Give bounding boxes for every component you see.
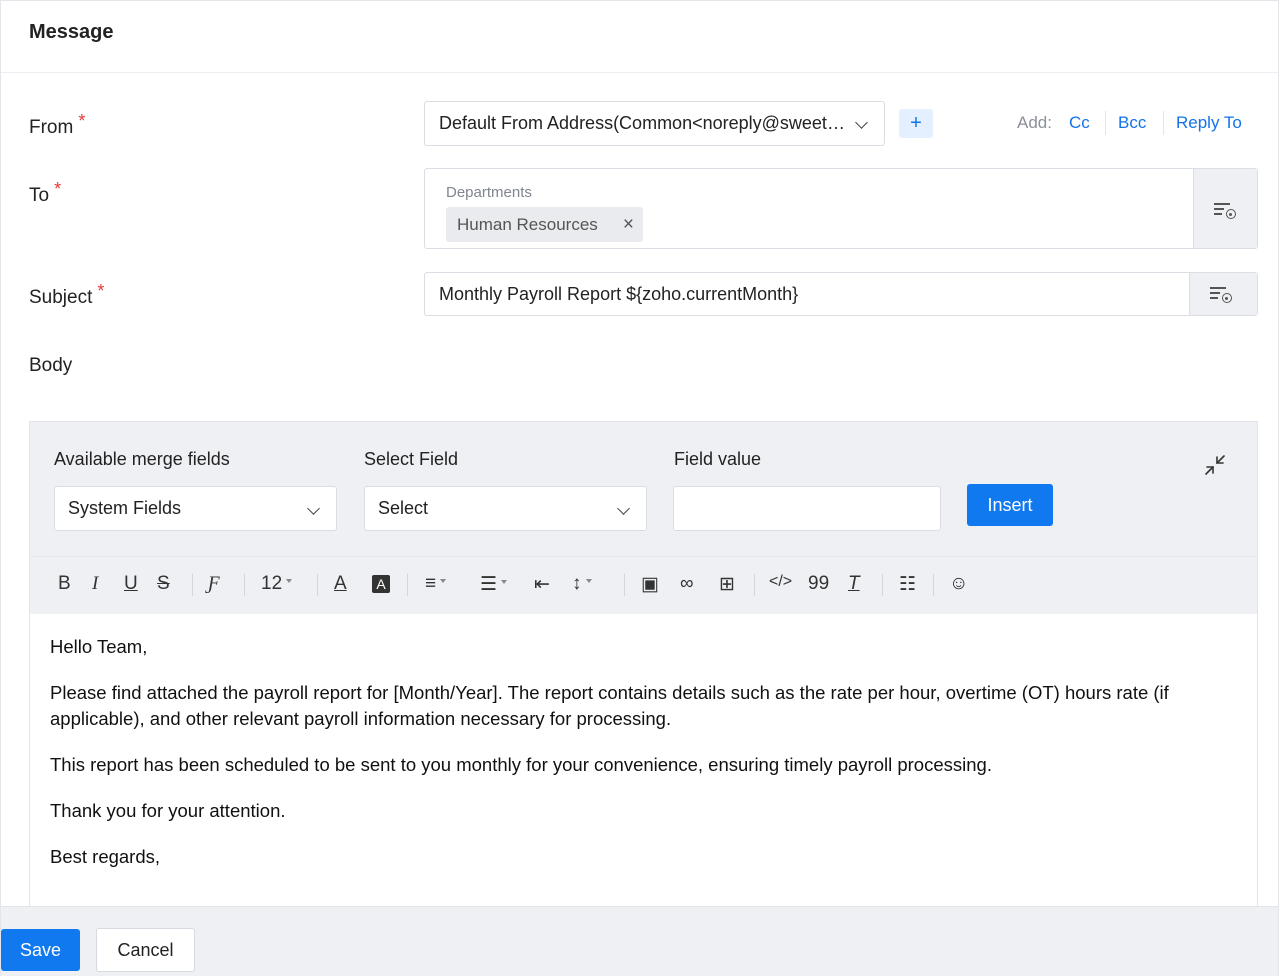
- font-size-select[interactable]: 12: [261, 573, 293, 595]
- list-icon[interactable]: ☰: [480, 573, 508, 596]
- add-from-button[interactable]: +: [899, 109, 933, 138]
- clear-format-icon[interactable]: T: [848, 573, 860, 595]
- insert-field-button[interactable]: [1193, 169, 1257, 248]
- chevron-down-icon: [307, 502, 320, 515]
- line-height-icon[interactable]: ↕: [572, 573, 592, 595]
- list-add-icon: [1210, 285, 1232, 303]
- title-bar: Message: [1, 1, 1278, 73]
- emoji-icon[interactable]: ☺: [949, 573, 968, 595]
- collapse-icon[interactable]: [1202, 452, 1228, 478]
- bold-icon[interactable]: B: [58, 573, 71, 595]
- save-button[interactable]: Save: [1, 929, 80, 971]
- bcc-link[interactable]: Bcc: [1118, 113, 1146, 133]
- merge-fields-select[interactable]: System Fields: [54, 486, 337, 531]
- list-add-icon: [1214, 201, 1236, 219]
- cancel-button[interactable]: Cancel: [96, 928, 195, 972]
- available-merge-fields-label: Available merge fields: [54, 449, 230, 469]
- font-family-icon[interactable]: Ƒ: [208, 573, 220, 595]
- subject-value: Monthly Payroll Report ${zoho.currentMon…: [439, 284, 799, 304]
- reply-to-link[interactable]: Reply To: [1176, 113, 1242, 133]
- body-paragraph: Best regards,: [50, 846, 161, 867]
- subject-input[interactable]: Monthly Payroll Report ${zoho.currentMon…: [424, 272, 1258, 316]
- select-field-dropdown[interactable]: Select: [364, 486, 647, 531]
- body-paragraph: Hello Team,: [50, 636, 148, 657]
- add-label: Add:: [1017, 113, 1052, 132]
- body-paragraph: Please find attached the payroll report …: [50, 682, 1169, 729]
- required-mark: *: [54, 179, 62, 199]
- code-icon[interactable]: </>: [769, 573, 792, 591]
- body-paragraph: Thank you for your attention.: [50, 800, 286, 821]
- horizontal-rule-icon[interactable]: ☷: [899, 573, 916, 596]
- table-icon[interactable]: ⊞: [719, 573, 735, 596]
- body-paragraph: This report has been scheduled to be sen…: [50, 754, 992, 775]
- field-value-input[interactable]: [673, 486, 941, 531]
- quote-icon[interactable]: 99: [808, 573, 829, 595]
- image-icon[interactable]: ▣: [641, 573, 659, 596]
- body-label: Body: [29, 355, 73, 376]
- required-mark: *: [97, 281, 105, 301]
- to-label: To *: [29, 179, 62, 206]
- font-color-icon[interactable]: A: [334, 573, 347, 595]
- recipient-chip: Human Resources ×: [446, 207, 643, 242]
- chevron-down-icon: [855, 116, 868, 129]
- subject-label: Subject *: [29, 281, 105, 308]
- from-address-value: Default From Address(Common<noreply@swee…: [439, 113, 851, 133]
- recipient-chip-label: Human Resources: [457, 215, 598, 234]
- link-icon[interactable]: ∞: [680, 573, 694, 595]
- from-address-select[interactable]: Default From Address(Common<noreply@swee…: [424, 101, 885, 146]
- underline-icon[interactable]: U: [124, 573, 138, 595]
- divider: [1163, 111, 1164, 135]
- formatting-toolbar: B I U S Ƒ 12 A A ≡ ☰ ⇤ ↕ ▣ ∞ ⊞ </> 99 T …: [30, 556, 1257, 614]
- from-label: From *: [29, 111, 86, 138]
- divider: [1105, 111, 1106, 135]
- cc-link[interactable]: Cc: [1069, 113, 1090, 133]
- insert-button[interactable]: Insert: [967, 484, 1053, 526]
- departments-label: Departments: [446, 184, 532, 201]
- body-editor: Available merge fields Select Field Fiel…: [29, 421, 1258, 907]
- insert-field-button[interactable]: [1189, 273, 1257, 315]
- to-recipients-field[interactable]: Departments Human Resources ×: [424, 168, 1258, 249]
- outdent-icon[interactable]: ⇤: [534, 573, 550, 596]
- field-value-label: Field value: [674, 449, 762, 469]
- page-title: Message: [29, 21, 114, 43]
- italic-icon[interactable]: I: [92, 573, 98, 595]
- chevron-down-icon: [617, 502, 630, 515]
- required-mark: *: [78, 111, 86, 131]
- message-panel: Message From * Default From Address(Commo…: [0, 0, 1279, 976]
- strikethrough-icon[interactable]: S: [157, 573, 170, 595]
- select-field-label: Select Field: [364, 449, 459, 469]
- highlight-color-icon[interactable]: A: [372, 575, 390, 593]
- merge-fields-panel: Available merge fields Select Field Fiel…: [30, 422, 1257, 556]
- footer-actions: Save Cancel: [1, 906, 1278, 976]
- align-icon[interactable]: ≡: [425, 573, 447, 595]
- body-content[interactable]: Hello Team, Please find attached the pay…: [50, 634, 1240, 890]
- close-icon[interactable]: ×: [623, 214, 634, 236]
